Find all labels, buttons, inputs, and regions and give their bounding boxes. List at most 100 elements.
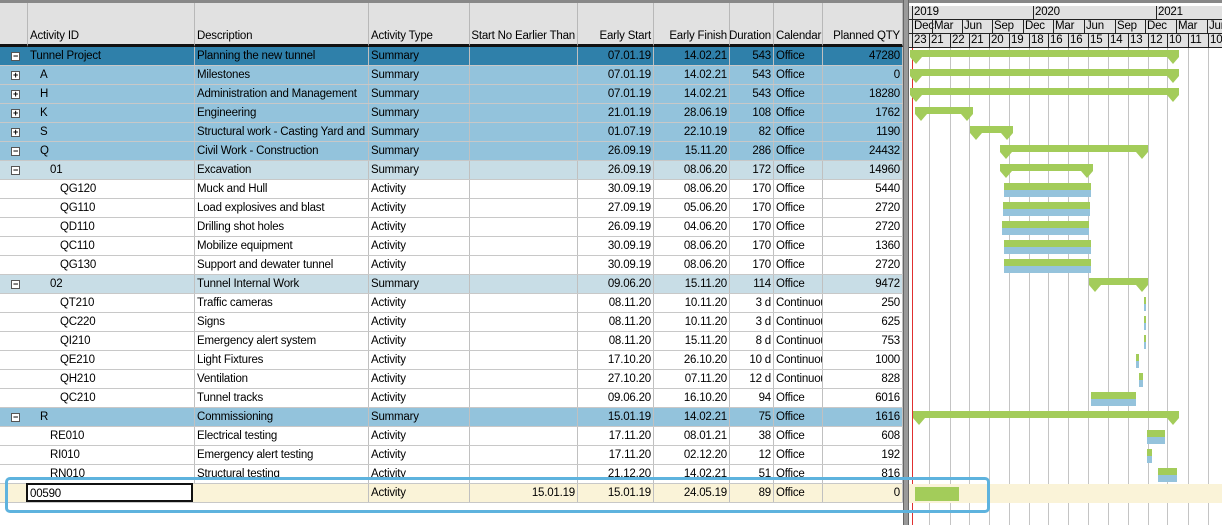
activity-id-cell[interactable]: 02 bbox=[28, 275, 195, 293]
table-row[interactable]: QG120 Muck and Hull Activity 30.09.19 08.06.… bbox=[0, 180, 903, 199]
summary-bar[interactable] bbox=[1089, 278, 1148, 285]
table-row[interactable]: − R Commissioning Summary 15.01.19 14.02.21 75… bbox=[0, 408, 903, 427]
summary-bar[interactable] bbox=[912, 411, 1180, 418]
activity-bar[interactable] bbox=[1135, 354, 1140, 361]
expand-icon[interactable]: + bbox=[11, 90, 20, 99]
table-row[interactable]: QG130 Support and dewater tunnel Activity 3… bbox=[0, 256, 903, 275]
summary-bar[interactable] bbox=[910, 50, 1180, 57]
activity-bar[interactable] bbox=[1003, 183, 1091, 190]
early-finish-cell[interactable]: 24.05.19 bbox=[654, 484, 730, 502]
table-row[interactable]: −02 Tunnel Internal Work Summary 09.06.20 15… bbox=[0, 275, 903, 294]
table-row[interactable]: QC220 Signs Activity 08.11.20 10.11.20 3 d Con… bbox=[0, 313, 903, 332]
activity-id-cell[interactable]: QG110 bbox=[28, 199, 195, 217]
activity-id-cell[interactable]: QC210 bbox=[28, 389, 195, 407]
activity-bar[interactable] bbox=[1139, 373, 1144, 380]
activity-bar[interactable] bbox=[1143, 316, 1146, 323]
table-row[interactable]: QT210 Traffic cameras Activity 08.11.20 10.1… bbox=[0, 294, 903, 313]
activity-bar[interactable] bbox=[1143, 297, 1146, 304]
activity-bar[interactable] bbox=[914, 487, 960, 501]
duration-cell: 3 d bbox=[730, 294, 774, 312]
table-row[interactable]: + K Engineering Summary 21.01.19 28.06.19 108 O… bbox=[0, 104, 903, 123]
duration-cell[interactable]: 89 bbox=[730, 484, 774, 502]
activity-id-cell[interactable]: QG120 bbox=[28, 180, 195, 198]
expand-icon[interactable]: + bbox=[11, 71, 20, 80]
expand-icon[interactable]: + bbox=[11, 128, 20, 137]
summary-bar[interactable] bbox=[910, 69, 1180, 76]
planned-qty-cell[interactable]: 0 bbox=[823, 484, 903, 502]
activity-bar[interactable] bbox=[1003, 259, 1091, 266]
activity-bar[interactable] bbox=[1003, 240, 1091, 247]
table-row[interactable]: RE010 Electrical testing Activity 17.11.20 0… bbox=[0, 427, 903, 446]
summary-bar[interactable] bbox=[1000, 145, 1148, 152]
collapse-icon[interactable]: − bbox=[11, 147, 20, 156]
activity-id-cell[interactable]: QH210 bbox=[28, 370, 195, 388]
activity-id-cell[interactable]: R bbox=[28, 408, 195, 426]
summary-bar[interactable] bbox=[914, 107, 974, 114]
column-header-duration[interactable]: Duration bbox=[730, 3, 774, 47]
table-row[interactable]: QI210 Emergency alert system Activity 08.11… bbox=[0, 332, 903, 351]
summary-bar[interactable] bbox=[910, 88, 1180, 95]
activity-id-cell[interactable]: RN010 bbox=[28, 465, 195, 483]
activity-id-cell[interactable]: QC110 bbox=[28, 237, 195, 255]
activity-id-cell[interactable]: QT210 bbox=[28, 294, 195, 312]
activity-id-cell[interactable]: Q bbox=[28, 142, 195, 160]
planned-qty-cell: 6016 bbox=[823, 389, 903, 407]
collapse-icon[interactable]: − bbox=[11, 166, 20, 175]
activity-id-cell[interactable]: RI010 bbox=[28, 446, 195, 464]
activity-id-cell[interactable]: Tunnel Project bbox=[28, 47, 195, 65]
activity-id-cell[interactable]: RE010 bbox=[28, 427, 195, 445]
summary-bar[interactable] bbox=[970, 126, 1014, 133]
collapse-icon[interactable]: − bbox=[11, 280, 20, 289]
table-row[interactable]: QD110 Drilling shot holes Activity 26.09.19… bbox=[0, 218, 903, 237]
table-row[interactable]: QC110 Mobilize equipment Activity 30.09.19 0… bbox=[0, 237, 903, 256]
table-row[interactable]: − Q Civil Work - Construction Summary 26.09.… bbox=[0, 142, 903, 161]
activity-id-cell[interactable]: K bbox=[28, 104, 195, 122]
summary-bar[interactable] bbox=[1000, 164, 1093, 171]
activity-type-cell[interactable]: Activity bbox=[369, 484, 470, 502]
activity-id-cell[interactable]: QE210 bbox=[28, 351, 195, 369]
table-row[interactable]: QH210 Ventilation Activity 27.10.20 07.11.20… bbox=[0, 370, 903, 389]
activity-bar[interactable] bbox=[1143, 335, 1146, 342]
column-header-start-no-earlier-than[interactable]: Start No Earlier Than bbox=[470, 3, 578, 47]
activity-id-cell[interactable]: QG130 bbox=[28, 256, 195, 274]
activity-bar[interactable] bbox=[1002, 202, 1090, 209]
table-row[interactable]: RN010 Structural testing Activity 21.12.20 1… bbox=[0, 465, 903, 484]
collapse-icon[interactable]: − bbox=[11, 52, 20, 61]
table-row[interactable]: QC210 Tunnel tracks Activity 09.06.20 16.10.… bbox=[0, 389, 903, 408]
table-row[interactable]: −01 Excavation Summary 26.09.19 08.06.20 172 O… bbox=[0, 161, 903, 180]
activity-id-cell[interactable]: 01 bbox=[28, 161, 195, 179]
table-row[interactable]: + A Milestones Summary 07.01.19 14.02.21 543 Of… bbox=[0, 66, 903, 85]
expand-icon[interactable]: + bbox=[11, 109, 20, 118]
table-row[interactable]: QE210 Light Fixtures Activity 17.10.20 26.10… bbox=[0, 351, 903, 370]
collapse-icon[interactable]: − bbox=[11, 413, 20, 422]
column-header-activity-id[interactable]: Activity ID bbox=[28, 3, 195, 47]
table-row[interactable]: + H Administration and Management Summary 07… bbox=[0, 85, 903, 104]
calendar-cell[interactable]: Office bbox=[774, 484, 823, 502]
activity-bar[interactable] bbox=[1002, 221, 1090, 228]
early-start-cell[interactable]: 15.01.19 bbox=[578, 484, 654, 502]
activity-id-cell[interactable]: QD110 bbox=[28, 218, 195, 236]
description-cell[interactable] bbox=[195, 484, 369, 502]
activity-bar[interactable] bbox=[1158, 468, 1178, 475]
column-header-activity-type[interactable]: Activity Type bbox=[369, 3, 470, 47]
activity-id-cell[interactable]: QC220 bbox=[28, 313, 195, 331]
column-header-description[interactable]: Description bbox=[195, 3, 369, 47]
table-row[interactable]: + S Structural work - Casting Yard and P Su… bbox=[0, 123, 903, 142]
column-header-calendar[interactable]: Calendar bbox=[774, 3, 823, 47]
activity-id-cell[interactable]: A bbox=[28, 66, 195, 84]
column-header-early-finish[interactable]: Early Finish bbox=[654, 3, 730, 47]
activity-id-cell[interactable]: H bbox=[28, 85, 195, 103]
activity-id-cell[interactable]: S bbox=[28, 123, 195, 141]
activity-id-cell[interactable]: QI210 bbox=[28, 332, 195, 350]
table-row[interactable]: QG110 Load explosives and blast Activity 27… bbox=[0, 199, 903, 218]
table-row[interactable]: − Tunnel Project Planning the new tunnel Su… bbox=[0, 47, 903, 66]
table-row[interactable]: RI010 Emergency alert testing Activity 17.1… bbox=[0, 446, 903, 465]
activity-bar[interactable] bbox=[1146, 430, 1165, 437]
new-activity-row[interactable]: 00590 Activity 15.01.19 15.01.19 24.05.19 89 O… bbox=[0, 483, 903, 503]
column-header-early-start[interactable]: Early Start bbox=[578, 3, 654, 47]
start-no-earlier-than-cell[interactable]: 15.01.19 bbox=[470, 484, 578, 502]
activity-bar[interactable] bbox=[1146, 449, 1152, 456]
activity-bar[interactable] bbox=[1091, 392, 1136, 399]
column-header-planned-qty[interactable]: Planned QTY bbox=[823, 3, 903, 47]
activity-id-cell[interactable]: 00590 bbox=[26, 483, 193, 502]
